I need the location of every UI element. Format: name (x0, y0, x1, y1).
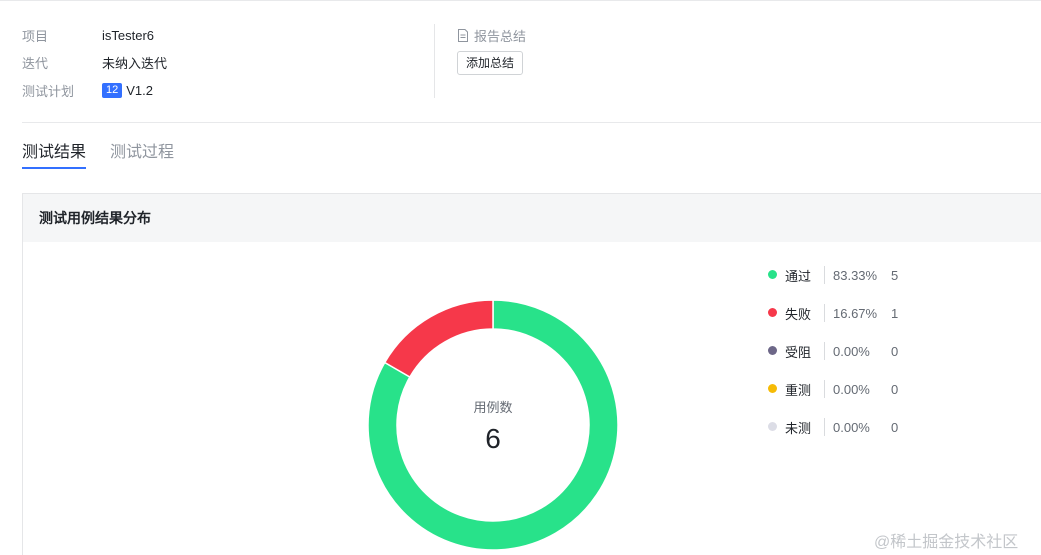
legend-divider (824, 304, 825, 322)
watermark: @稀土掘金技术社区 (874, 534, 1019, 551)
legend-divider (824, 342, 825, 360)
legend-percent: 0.00% (833, 343, 870, 359)
result-donut-chart: 用例数 6 (367, 299, 619, 551)
legend-count: 5 (891, 267, 899, 283)
legend-dot-icon (768, 422, 777, 431)
legend-count: 1 (891, 305, 899, 321)
legend-dot-icon (768, 270, 777, 279)
donut-center-label: 用例数 (473, 400, 512, 415)
donut-center-total: 6 (485, 423, 501, 454)
legend-percent: 0.00% (833, 381, 870, 397)
legend-divider (824, 418, 825, 436)
legend-percent: 83.33% (833, 267, 878, 283)
legend-divider (824, 380, 825, 398)
legend-name: 通过 (785, 268, 812, 284)
legend-count: 0 (891, 343, 899, 359)
legend-name: 未测 (785, 420, 812, 436)
legend-name: 重测 (785, 382, 812, 398)
legend-dot-icon (768, 384, 777, 393)
legend-dot-icon (768, 308, 777, 317)
legend-name: 失败 (785, 306, 812, 322)
legend-dot-icon (768, 346, 777, 355)
legend-percent: 16.67% (833, 305, 878, 321)
donut-slice-1[interactable] (383, 299, 494, 379)
legend-name: 受阻 (785, 344, 812, 360)
legend-count: 0 (891, 419, 899, 435)
legend-count: 0 (891, 381, 899, 397)
legend-divider (824, 266, 825, 284)
legend-percent: 0.00% (833, 419, 870, 435)
